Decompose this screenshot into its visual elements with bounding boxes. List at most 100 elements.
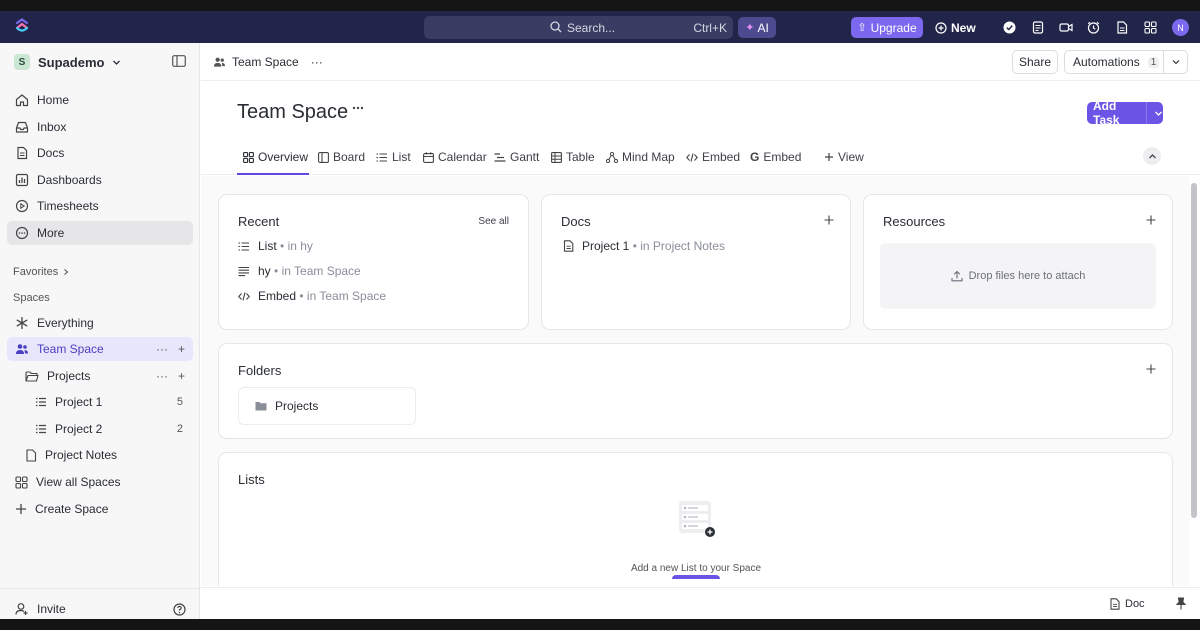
- tab-table[interactable]: Table: [551, 150, 595, 164]
- upgrade-label: Upgrade: [870, 20, 917, 35]
- inbox-icon: [15, 121, 29, 133]
- upgrade-button[interactable]: ⇧ Upgrade: [851, 17, 923, 38]
- add-list-button[interactable]: [672, 575, 720, 579]
- alarm-clock-icon[interactable]: [1087, 21, 1100, 34]
- clickup-logo-icon[interactable]: [14, 18, 30, 34]
- tab-label: Embed: [763, 150, 802, 164]
- sidebar-item-docs[interactable]: Docs: [7, 141, 193, 165]
- recent-item-location: • in hy: [280, 239, 313, 253]
- recent-item-name: List: [258, 239, 277, 253]
- sidebar-item-home[interactable]: Home: [7, 88, 193, 112]
- tab-board[interactable]: Board: [318, 150, 365, 164]
- sidebar: S Supademo Home Inbox Docs Dashboards Ti…: [0, 43, 200, 630]
- invite-button[interactable]: Invite: [15, 602, 66, 616]
- new-button[interactable]: New: [935, 17, 976, 38]
- sidebar-item-label: Docs: [37, 146, 65, 160]
- workspace-badge: S: [14, 54, 30, 70]
- page-footer: Doc: [201, 587, 1200, 619]
- doc-item[interactable]: Project 1 • in Project Notes: [563, 239, 725, 253]
- automations-button[interactable]: Automations 1: [1064, 50, 1164, 74]
- add-task-button[interactable]: Add Task: [1087, 99, 1163, 127]
- sidebar-item-project-notes[interactable]: Project Notes: [7, 443, 193, 467]
- view-tabs: Overview Board List Calendar Gantt Table…: [201, 144, 1200, 175]
- folder-icon: [255, 402, 267, 411]
- tab-list[interactable]: List: [376, 150, 411, 164]
- check-circle-icon[interactable]: [1003, 21, 1016, 34]
- plus-icon: [825, 153, 833, 161]
- add-resource-icon[interactable]: [1146, 215, 1156, 225]
- sidebar-item-label: Create Space: [35, 502, 109, 516]
- sidebar-item-dashboards[interactable]: Dashboards: [7, 168, 193, 192]
- ai-label: AI: [757, 20, 769, 35]
- tab-add-view[interactable]: View: [824, 150, 864, 164]
- docs-icon: [17, 146, 28, 160]
- sidebar-item-timesheets[interactable]: Timesheets: [7, 194, 193, 218]
- sidebar-item-view-all-spaces[interactable]: View all Spaces: [7, 470, 193, 494]
- sidebar-item-label: Inbox: [37, 120, 67, 134]
- add-folder-icon[interactable]: [1146, 364, 1156, 374]
- help-icon[interactable]: [173, 603, 186, 616]
- search-placeholder: Search...: [567, 21, 616, 35]
- ai-button[interactable]: ✦ AI: [738, 17, 776, 38]
- invite-label: Invite: [37, 602, 66, 616]
- sidebar-item-project-2[interactable]: Project 2 2: [7, 417, 193, 441]
- automations-dropdown[interactable]: [1164, 50, 1188, 74]
- more-dots-icon[interactable]: ···: [156, 342, 168, 356]
- document-icon[interactable]: [1116, 21, 1128, 34]
- share-button[interactable]: Share: [1012, 50, 1058, 74]
- title-more-icon[interactable]: [352, 106, 364, 110]
- add-plus-icon[interactable]: +: [178, 342, 185, 356]
- page-header: Team Space ··· Share Automations 1: [201, 43, 1200, 81]
- tab-gantt[interactable]: Gantt: [494, 150, 539, 164]
- add-doc-icon[interactable]: [824, 215, 834, 225]
- recent-item[interactable]: List • in hy: [238, 239, 313, 253]
- video-icon[interactable]: [1059, 21, 1073, 34]
- add-task-label: Add Task: [1093, 99, 1120, 127]
- content-scrollbar[interactable]: [1191, 183, 1197, 518]
- sidebar-item-project-1[interactable]: Project 1 5: [7, 390, 193, 414]
- see-all-link[interactable]: See all: [478, 216, 509, 227]
- sidebar-item-inbox[interactable]: Inbox: [7, 115, 193, 139]
- apps-grid-icon[interactable]: [1144, 21, 1157, 34]
- workspace-switcher[interactable]: S Supademo: [14, 54, 121, 70]
- sidebar-item-projects[interactable]: Projects ··· +: [7, 364, 193, 388]
- folder-item-projects[interactable]: Projects: [238, 387, 416, 425]
- sidebar-item-label: Project 2: [55, 422, 103, 436]
- list-icon: [36, 424, 46, 434]
- sidebar-item-create-space[interactable]: Create Space: [7, 497, 193, 521]
- doc-item-location: • in Project Notes: [632, 239, 725, 253]
- user-avatar[interactable]: N: [1172, 19, 1189, 36]
- breadcrumb[interactable]: Team Space ···: [213, 55, 323, 69]
- recent-item[interactable]: hy • in Team Space: [238, 264, 361, 278]
- more-icon: [15, 226, 29, 240]
- sidebar-collapse-icon[interactable]: [172, 55, 186, 67]
- add-task-dropdown[interactable]: [1147, 109, 1163, 118]
- more-dots-icon[interactable]: ···: [156, 369, 168, 383]
- tab-mind-map[interactable]: Mind Map: [606, 150, 675, 164]
- search-bar[interactable]: Search... Ctrl+K: [424, 16, 733, 39]
- favorites-header[interactable]: Favorites: [13, 266, 70, 278]
- collapse-header-button[interactable]: [1143, 147, 1161, 165]
- file-dropzone[interactable]: Drop files here to attach: [880, 243, 1156, 309]
- window-bottom-edge: [0, 619, 1200, 630]
- plus-icon: [16, 504, 26, 514]
- sidebar-item-everything[interactable]: Everything: [7, 311, 193, 335]
- sidebar-item-label: Home: [37, 93, 70, 107]
- recent-item-name: Embed: [258, 289, 297, 303]
- embed-icon: [686, 152, 698, 162]
- board-icon: [318, 151, 329, 163]
- pin-icon[interactable]: [1176, 597, 1186, 610]
- tab-google-embed[interactable]: G Embed: [750, 150, 801, 164]
- tab-embed[interactable]: Embed: [686, 150, 740, 164]
- lists-card: Lists Add a new List to your Space: [218, 452, 1173, 586]
- doc-button[interactable]: Doc: [1110, 598, 1145, 610]
- more-dots-icon[interactable]: ···: [311, 55, 323, 69]
- sidebar-item-more[interactable]: More: [7, 221, 193, 245]
- recent-item[interactable]: Embed • in Team Space: [238, 289, 386, 303]
- notepad-icon[interactable]: [1032, 21, 1044, 34]
- add-plus-icon[interactable]: +: [178, 369, 185, 383]
- sidebar-item-team-space[interactable]: Team Space ··· +: [7, 337, 193, 361]
- tab-overview[interactable]: Overview: [243, 150, 308, 164]
- tab-calendar[interactable]: Calendar: [423, 150, 487, 164]
- sidebar-item-label: Projects: [47, 369, 91, 383]
